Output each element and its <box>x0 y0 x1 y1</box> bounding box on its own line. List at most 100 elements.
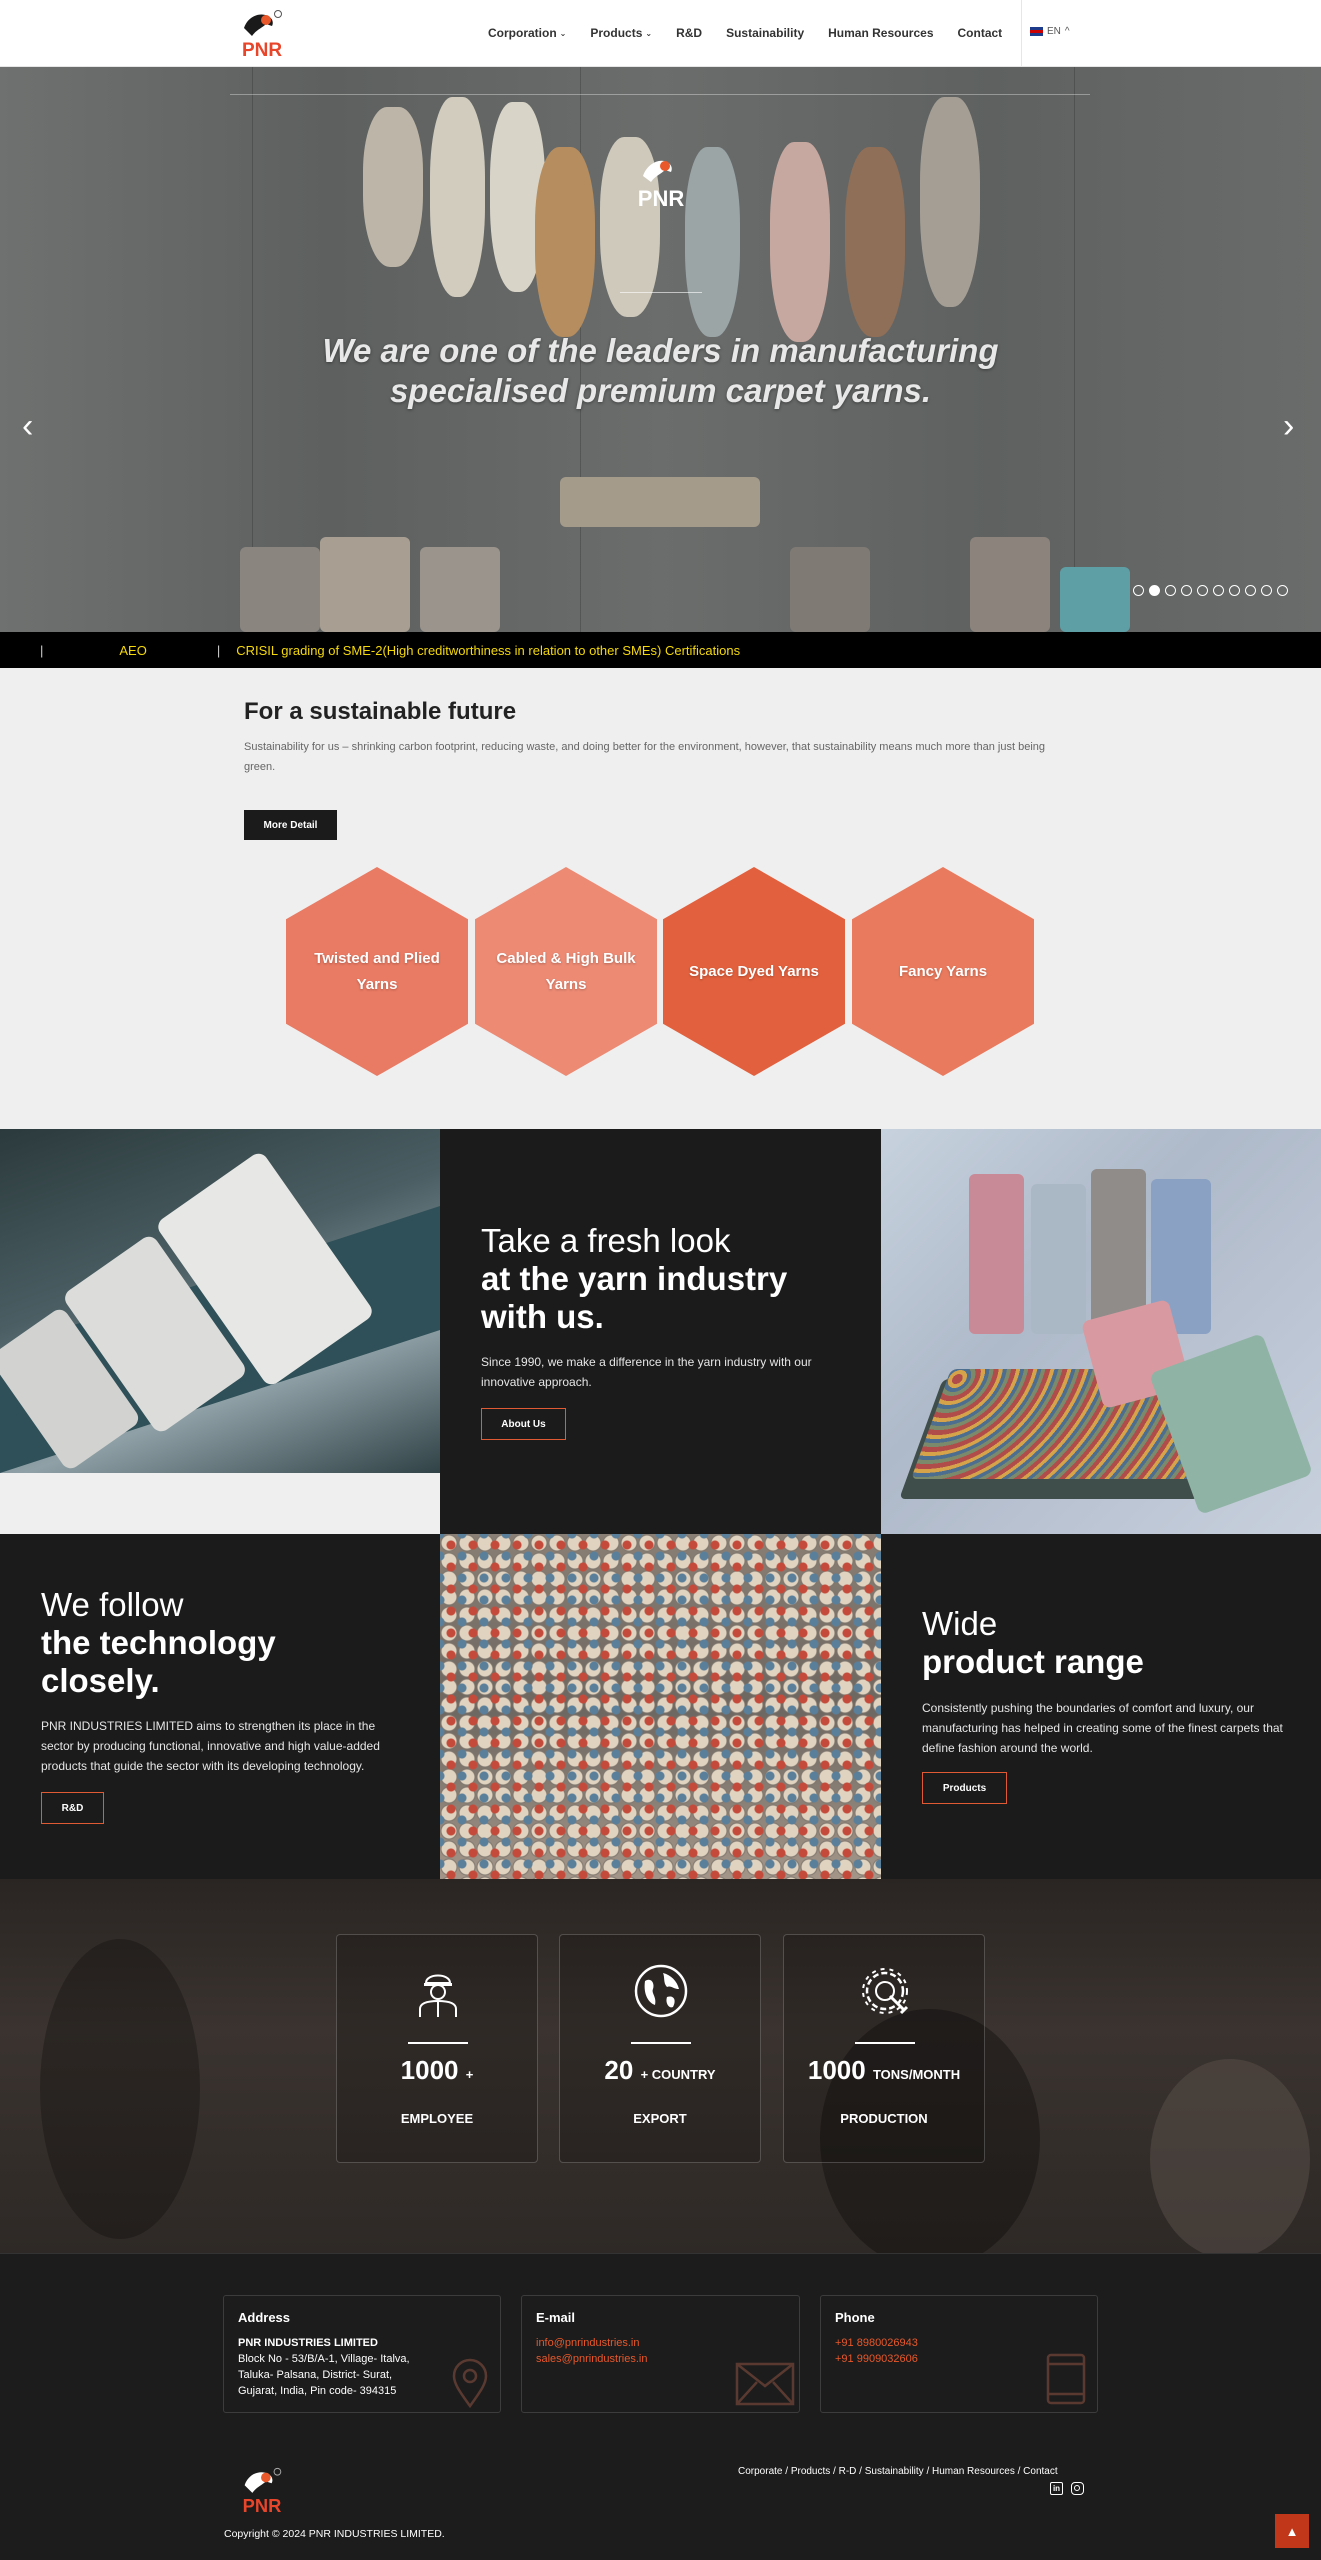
ticker-item[interactable]: CRISIL grading of SME-2(High creditworth… <box>236 643 740 658</box>
yarn-spool <box>1060 567 1130 632</box>
sustainability-text: Sustainability for us – shrinking carbon… <box>244 741 1046 773</box>
slide-dot[interactable] <box>1261 585 1272 596</box>
instagram-icon[interactable] <box>1071 2482 1084 2495</box>
company-name: PNR INDUSTRIES LIMITED <box>238 2337 378 2349</box>
news-ticker: | AEO | CRISIL grading of SME-2(High cre… <box>0 632 1321 668</box>
footer-link-corporate[interactable]: Corporate <box>738 2466 782 2477</box>
footer-pnr-logo[interactable]: PNR <box>222 2464 302 2518</box>
svg-text:PNR: PNR <box>243 2495 282 2516</box>
rd-button[interactable]: R&D <box>41 1792 104 1824</box>
yarn-spool <box>240 547 320 632</box>
globe-icon <box>634 1964 688 2018</box>
nav-item-corporation[interactable]: Corporation ⌄ <box>488 26 566 40</box>
address-line: Gujarat, India, Pin code- 394315 <box>238 2385 397 2397</box>
svg-text:PNR: PNR <box>242 40 282 61</box>
slide-dot[interactable] <box>1197 585 1208 596</box>
back-to-top-button[interactable]: ▲ <box>1275 2514 1309 2548</box>
phone-icon <box>1046 2353 1086 2405</box>
chevron-down-icon: ⌄ <box>559 28 567 38</box>
footer-address-card: Address PNR INDUSTRIES LIMITED Block No … <box>223 2295 501 2413</box>
footer-link-products[interactable]: Products <box>791 2466 830 2477</box>
yarn-machine-photo <box>0 1129 440 1473</box>
yarn-spool <box>560 477 760 527</box>
slider-dots <box>1133 585 1288 596</box>
yarn-cones-photo <box>881 1129 1321 1534</box>
yarn-skein <box>845 147 905 337</box>
products-button[interactable]: Products <box>922 1772 1007 1804</box>
stat-number: 1000 + <box>400 2055 474 2085</box>
pnr-logo[interactable]: PNR <box>222 6 302 62</box>
product-hex-twisted-plied[interactable]: Twisted and Plied Yarns <box>286 867 468 1076</box>
nav-item-contact[interactable]: Contact <box>958 26 1003 40</box>
sustainability-title: For a sustainable future <box>244 698 517 725</box>
slide-dot[interactable] <box>1245 585 1256 596</box>
slide-dot-active[interactable] <box>1149 585 1160 596</box>
fresh-look-heading-bold: with us. <box>481 1298 604 1335</box>
footer-link-human-resources[interactable]: Human Resources <box>932 2466 1015 2477</box>
yarn-skein <box>535 147 595 337</box>
slide-dot[interactable] <box>1213 585 1224 596</box>
stat-label: EXPORT <box>633 2111 687 2126</box>
product-hex-fancy[interactable]: Fancy Yarns <box>852 867 1034 1076</box>
fresh-look-heading-bold: at the yarn industry <box>481 1260 788 1297</box>
range-heading-light: Wide <box>922 1605 998 1642</box>
stat-divider <box>408 2042 468 2044</box>
ticker-item[interactable]: AEO <box>119 643 146 658</box>
yarn-skein <box>770 142 830 342</box>
technology-heading-bold: closely. <box>41 1662 160 1699</box>
stat-label: EMPLOYEE <box>400 2111 474 2126</box>
slide-dot[interactable] <box>1181 585 1192 596</box>
product-hex-cabled-high-bulk[interactable]: Cabled & High Bulk Yarns <box>475 867 657 1076</box>
slide-dot[interactable] <box>1133 585 1144 596</box>
stat-label: PRODUCTION <box>840 2111 928 2126</box>
copyright-text: Copyright © 2024 PNR INDUSTRIES LIMITED. <box>224 2528 445 2540</box>
yarn-spool <box>320 537 410 632</box>
site-header: PNR Corporation ⌄ Products ⌄ R&D Sustainab… <box>0 0 1321 67</box>
footer-links: Corporate / Products / R-D / Sustainabil… <box>738 2466 1058 2477</box>
nav-item-rd[interactable]: R&D <box>676 26 702 40</box>
hero-slider: PNR We are one of the leaders in manufac… <box>0 67 1321 632</box>
worker-icon <box>419 1974 457 2017</box>
nav-item-human-resources[interactable]: Human Resources <box>828 26 933 40</box>
stat-number: 1000 TONS/MONTH <box>807 2055 961 2085</box>
hero-pnr-logo: PNR <box>638 160 685 210</box>
linkedin-icon[interactable]: in <box>1050 2482 1063 2495</box>
footer-link-rd[interactable]: R-D <box>839 2466 857 2477</box>
location-pin-icon <box>452 2358 488 2408</box>
stat-divider <box>855 2042 915 2044</box>
yarn-spool <box>420 547 500 632</box>
email-link[interactable]: info@pnrindustries.in <box>536 2335 785 2351</box>
fresh-look-heading-light: Take a fresh look <box>481 1222 731 1259</box>
chevron-up-icon: ^ <box>1064 26 1070 37</box>
fresh-look-panel: Take a fresh look at the yarn industry w… <box>440 1129 881 1534</box>
technology-panel: We follow the technology closely. PNR IN… <box>0 1534 440 1879</box>
yarn-shade-card-photo <box>440 1534 881 1879</box>
about-us-button[interactable]: About Us <box>481 1408 566 1440</box>
hero-divider <box>620 292 702 293</box>
slide-dot[interactable] <box>1277 585 1288 596</box>
svg-text:PNR: PNR <box>638 186 685 210</box>
nav-item-sustainability[interactable]: Sustainability <box>726 26 804 40</box>
hero-headline: We are one of the leaders in manufacturi… <box>322 332 999 409</box>
footer-link-contact[interactable]: Contact <box>1023 2466 1057 2477</box>
yarn-skein <box>363 107 423 267</box>
yarn-spool <box>970 537 1050 632</box>
social-icons: in <box>1050 2482 1084 2495</box>
product-hex-space-dyed[interactable]: Space Dyed Yarns <box>663 867 845 1076</box>
technology-text: PNR INDUSTRIES LIMITED aims to strengthe… <box>41 1719 380 1773</box>
language-selector[interactable]: EN ^ <box>1021 0 1071 67</box>
stat-divider <box>631 2042 691 2044</box>
footer-link-sustainability[interactable]: Sustainability <box>865 2466 924 2477</box>
slide-dot[interactable] <box>1229 585 1240 596</box>
next-slide-arrow[interactable]: › <box>1283 407 1294 446</box>
slide-dot[interactable] <box>1165 585 1176 596</box>
phone-link[interactable]: +91 8980026943 <box>835 2335 1083 2351</box>
address-title: Address <box>238 2310 291 2325</box>
more-detail-button[interactable]: More Detail <box>244 810 337 840</box>
envelope-icon <box>735 2362 795 2406</box>
technology-heading-light: We follow <box>41 1586 184 1623</box>
yarn-skein <box>920 97 980 307</box>
nav-item-products[interactable]: Products ⌄ <box>590 26 652 40</box>
fresh-look-text: Since 1990, we make a difference in the … <box>481 1355 812 1389</box>
prev-slide-arrow[interactable]: ‹ <box>22 407 33 446</box>
